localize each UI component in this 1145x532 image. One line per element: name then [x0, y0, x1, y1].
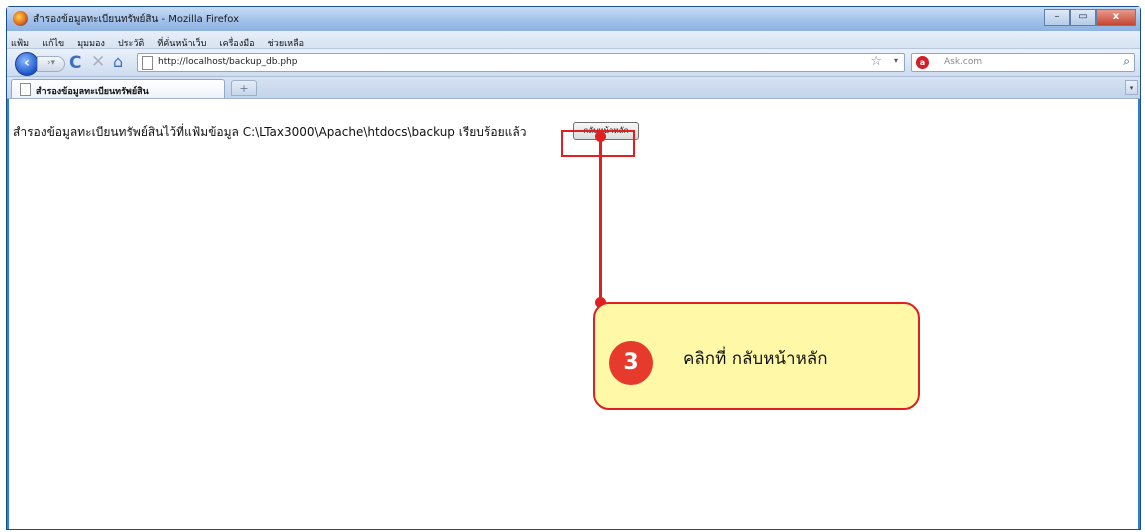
tab-backup[interactable]: สำรองข้อมูลทะเบียนทรัพย์สิน: [11, 79, 225, 98]
url-text[interactable]: http://localhost/backup_db.php: [158, 57, 297, 67]
menu-bar: แฟ้ม แก้ไข มุมมอง ประวัติ ที่คั่นหน้าเว็…: [7, 31, 1140, 49]
callout-connector-line: [599, 136, 602, 306]
close-button[interactable]: x: [1096, 9, 1136, 26]
tab-bar: สำรองข้อมูลทะเบียนทรัพย์สิน + ▾: [7, 77, 1140, 99]
search-input[interactable]: Ask.com: [944, 57, 982, 67]
menu-tools[interactable]: เครื่องมือ: [216, 33, 259, 50]
backup-status-message: สำรองข้อมูลทะเบียนทรัพย์สินไว้ที่แฟ้มข้อ…: [13, 125, 527, 139]
title-bar: สำรองข้อมูลทะเบียนทรัพย์สิน - Mozilla Fi…: [7, 7, 1140, 32]
bookmark-star-icon[interactable]: ☆: [870, 54, 882, 69]
forward-button[interactable]: ›▾: [37, 56, 65, 72]
window-title: สำรองข้อมูลทะเบียนทรัพย์สิน - Mozilla Fi…: [33, 14, 240, 25]
back-button[interactable]: ‹: [15, 52, 39, 76]
reload-icon[interactable]: C: [69, 53, 81, 73]
home-icon[interactable]: ⌂: [113, 52, 123, 71]
menu-help[interactable]: ช่วยเหลือ: [264, 33, 308, 50]
maximize-button[interactable]: ▭: [1070, 9, 1096, 26]
ask-engine-icon[interactable]: a: [916, 56, 929, 69]
menu-history[interactable]: ประวัติ: [114, 33, 148, 50]
instruction-callout: 3 คลิกที่ กลับหน้าหลัก: [593, 302, 920, 410]
page-icon: [142, 56, 153, 70]
menu-view[interactable]: มุมมอง: [73, 33, 109, 50]
firefox-icon: [13, 11, 28, 26]
search-icon[interactable]: ⌕: [1123, 54, 1130, 69]
document-icon: [20, 83, 31, 96]
chevron-down-icon[interactable]: ▾: [894, 56, 898, 65]
step-number-badge: 3: [609, 341, 653, 385]
search-bar[interactable]: a Ask.com ⌕: [911, 53, 1135, 72]
stop-icon[interactable]: ✕: [91, 52, 105, 72]
tab-label: สำรองข้อมูลทะเบียนทรัพย์สิน: [36, 87, 149, 97]
minimize-button[interactable]: –: [1044, 9, 1070, 26]
address-bar[interactable]: http://localhost/backup_db.php ☆ ▾: [137, 53, 905, 72]
connector-dot-top: [595, 131, 606, 142]
menu-edit[interactable]: แก้ไข: [38, 33, 68, 50]
window-controls: – ▭ x: [1044, 9, 1136, 26]
menu-file[interactable]: แฟ้ม: [7, 33, 33, 50]
tab-list-button[interactable]: ▾: [1125, 80, 1138, 95]
navigation-toolbar: ‹ ›▾ C ✕ ⌂ http://localhost/backup_db.ph…: [7, 49, 1140, 77]
page-content: สำรองข้อมูลทะเบียนทรัพย์สินไว้ที่แฟ้มข้อ…: [9, 99, 1138, 529]
menu-bookmarks[interactable]: ที่คั่นหน้าเว็บ: [153, 33, 210, 50]
new-tab-button[interactable]: +: [231, 80, 257, 96]
browser-window: สำรองข้อมูลทะเบียนทรัพย์สิน - Mozilla Fi…: [6, 6, 1141, 530]
callout-instruction-text: คลิกที่ กลับหน้าหลัก: [683, 349, 828, 369]
